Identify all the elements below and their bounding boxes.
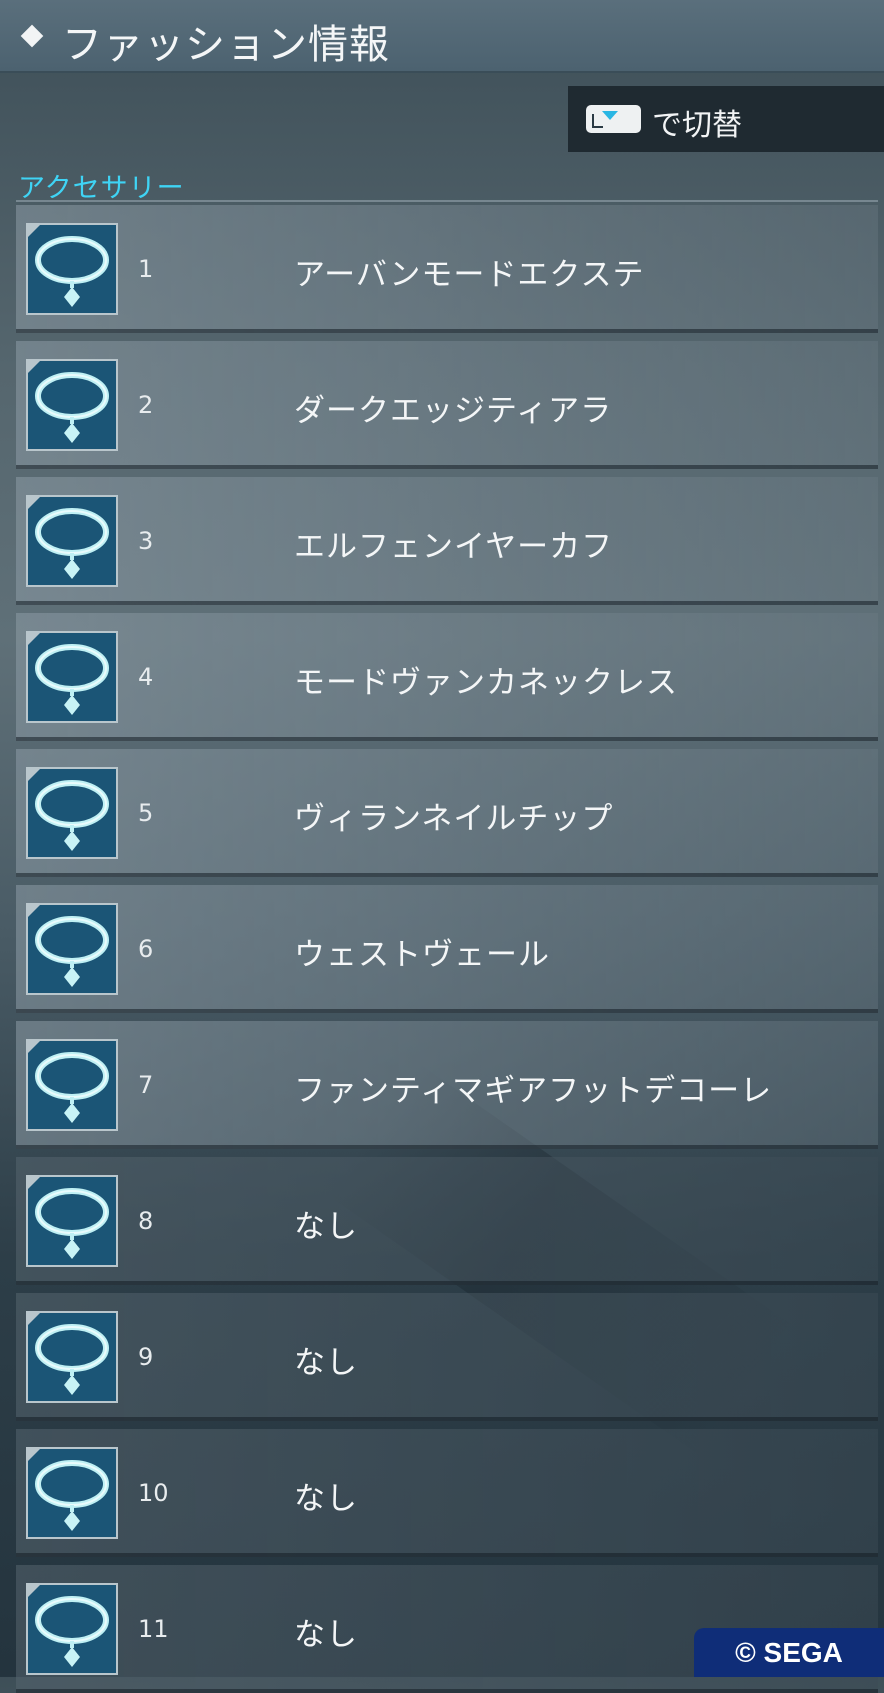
item-number: 4 bbox=[138, 663, 154, 691]
necklace-icon bbox=[26, 767, 118, 859]
necklace-icon bbox=[26, 1311, 118, 1403]
item-number: 11 bbox=[138, 1615, 169, 1643]
item-number: 9 bbox=[138, 1343, 154, 1371]
list-item[interactable]: 2 ダークエッジティアラ bbox=[16, 341, 878, 469]
necklace-icon bbox=[26, 1583, 118, 1675]
item-number: 2 bbox=[138, 391, 154, 419]
header-bar: ファッション情報 bbox=[0, 0, 884, 73]
item-name: なし bbox=[294, 1481, 358, 1517]
item-name: なし bbox=[294, 1209, 358, 1245]
item-number: 3 bbox=[138, 527, 154, 555]
necklace-icon bbox=[26, 495, 118, 587]
item-name: なし bbox=[294, 1345, 358, 1381]
list-item[interactable]: 8 なし bbox=[16, 1157, 878, 1285]
diamond-icon bbox=[20, 24, 44, 48]
item-number: 6 bbox=[138, 935, 154, 963]
copyright-badge: © SEGA bbox=[694, 1628, 884, 1677]
l-trigger-icon bbox=[586, 105, 641, 133]
necklace-icon bbox=[26, 223, 118, 315]
list-item[interactable]: 9 なし bbox=[16, 1293, 878, 1421]
item-name: アーバンモードエクステ bbox=[294, 257, 645, 293]
necklace-icon bbox=[26, 359, 118, 451]
necklace-icon bbox=[26, 1175, 118, 1267]
list-item[interactable]: 1 アーバンモードエクステ bbox=[16, 205, 878, 333]
item-name: ファンティマギアフットデコーレ bbox=[294, 1073, 773, 1109]
item-number: 5 bbox=[138, 799, 154, 827]
list-item[interactable]: 6 ウェストヴェール bbox=[16, 885, 878, 1013]
item-name: ウェストヴェール bbox=[294, 937, 550, 973]
item-number: 10 bbox=[138, 1479, 169, 1507]
necklace-icon bbox=[26, 1039, 118, 1131]
switch-button[interactable]: で切替 bbox=[568, 86, 884, 152]
item-name: ダークエッジティアラ bbox=[294, 393, 613, 429]
list-item[interactable]: 4 モードヴァンカネックレス bbox=[16, 613, 878, 741]
list-item[interactable]: 3 エルフェンイヤーカフ bbox=[16, 477, 878, 605]
necklace-icon bbox=[26, 903, 118, 995]
item-name: ヴィランネイルチップ bbox=[294, 801, 614, 837]
necklace-icon bbox=[26, 631, 118, 723]
section-divider bbox=[16, 200, 878, 202]
item-name: エルフェンイヤーカフ bbox=[294, 529, 614, 565]
list-item[interactable]: 7 ファンティマギアフットデコーレ bbox=[16, 1021, 878, 1149]
list-item[interactable]: 10 なし bbox=[16, 1429, 878, 1557]
item-number: 8 bbox=[138, 1207, 154, 1235]
page-title: ファッション情報 bbox=[62, 22, 390, 68]
item-number: 7 bbox=[138, 1071, 154, 1099]
list-item[interactable]: 5 ヴィランネイルチップ bbox=[16, 749, 878, 877]
necklace-icon bbox=[26, 1447, 118, 1539]
switch-label: で切替 bbox=[652, 108, 742, 143]
item-name: なし bbox=[294, 1617, 358, 1653]
item-number: 1 bbox=[138, 255, 154, 283]
item-name: モードヴァンカネックレス bbox=[294, 665, 678, 701]
